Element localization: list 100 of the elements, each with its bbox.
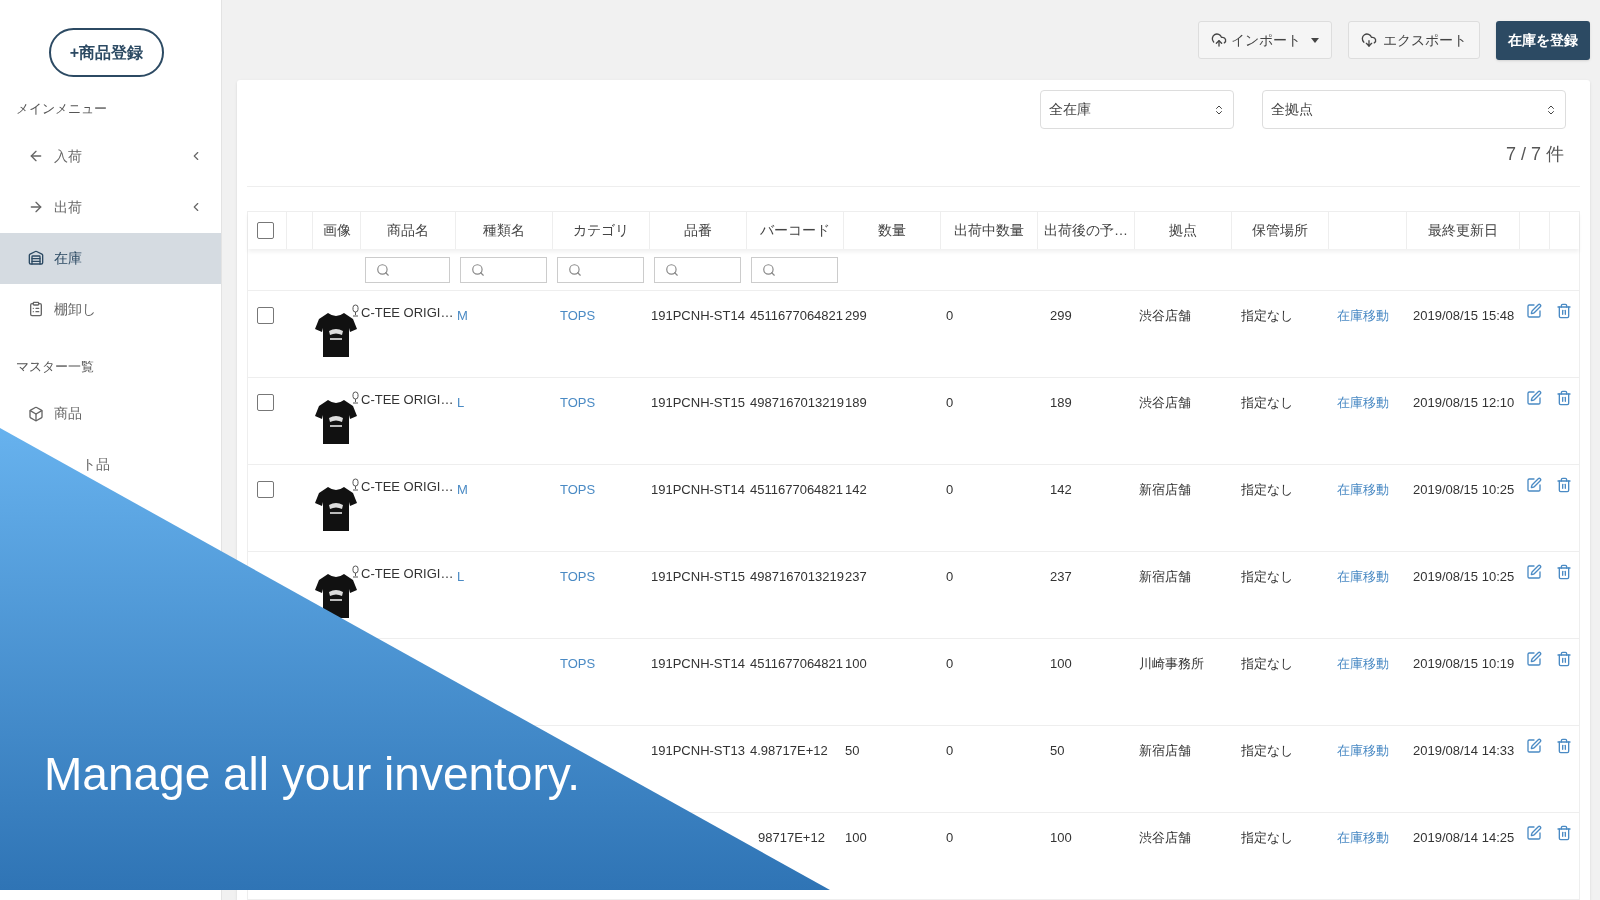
shipping-quantity: 0	[946, 308, 954, 323]
site-name: 新宿店舗	[1139, 482, 1191, 497]
search-field[interactable]	[654, 256, 741, 283]
updated-date: 2019/08/14 14:33	[1413, 743, 1515, 758]
delete-icon[interactable]	[1556, 477, 1572, 493]
edit-icon[interactable]	[1526, 477, 1542, 493]
projected-quantity: 50	[1050, 743, 1065, 758]
edit-icon[interactable]	[1526, 564, 1542, 580]
arrow-left-icon	[28, 148, 44, 164]
shipping-quantity: 0	[946, 395, 954, 410]
stock-transfer-link[interactable]: 在庫移動	[1337, 569, 1389, 584]
category-link[interactable]: TOPS	[560, 482, 596, 497]
delete-icon[interactable]	[1556, 303, 1572, 319]
storage-location: 指定なし	[1241, 656, 1293, 671]
sidebar-item[interactable]: 在庫	[54, 247, 82, 269]
delete-icon[interactable]	[1556, 390, 1572, 406]
product-code: 191PCNH-ST14	[651, 308, 745, 323]
barcode: 98717E+12	[758, 830, 825, 845]
projected-quantity: 100	[1050, 656, 1072, 671]
search-field[interactable]	[365, 256, 450, 283]
storage-location: 指定なし	[1241, 830, 1293, 845]
menu-heading: メインメニュー	[15, 100, 108, 118]
projected-quantity: 299	[1050, 308, 1072, 323]
add-product-button[interactable]: +商品登録	[49, 28, 164, 77]
updated-date: 2019/08/14 14:25	[1413, 830, 1515, 845]
delete-icon[interactable]	[1556, 564, 1572, 580]
sidebar-item[interactable]: 入荷	[54, 145, 82, 167]
shipping-quantity: 0	[946, 743, 954, 758]
search-field[interactable]	[751, 256, 838, 283]
product-name: C-TEE ORIGI…	[361, 304, 454, 322]
site-name: 新宿店舗	[1139, 743, 1191, 758]
product-name: C-TEE ORIGI…	[361, 565, 454, 583]
column-header: 出荷中数量	[954, 221, 1024, 240]
category-link[interactable]: TOPS	[560, 656, 596, 671]
search-icon	[376, 262, 390, 277]
quantity: 50	[845, 743, 860, 758]
stock-transfer-link[interactable]: 在庫移動	[1337, 308, 1389, 323]
export-button[interactable]: エクスポート	[1348, 21, 1480, 59]
sidebar-item[interactable]: 棚卸し	[54, 298, 96, 320]
stock-transfer-link[interactable]: 在庫移動	[1337, 656, 1389, 671]
search-icon	[665, 262, 679, 277]
barcode: 4511677064821	[750, 482, 844, 497]
shipping-quantity: 0	[946, 569, 954, 584]
updated-date: 2019/08/15 10:25	[1413, 482, 1515, 497]
barcode: 4987167013219	[750, 395, 844, 410]
variant-link[interactable]: L	[457, 569, 465, 584]
delete-icon[interactable]	[1556, 651, 1572, 667]
quantity: 142	[845, 482, 867, 497]
storage-location: 指定なし	[1241, 395, 1293, 410]
column-header: 拠点	[1169, 221, 1197, 240]
checkbox[interactable]	[257, 481, 274, 498]
checkbox[interactable]	[257, 307, 274, 324]
category-link[interactable]: TOPS	[560, 395, 596, 410]
sidebar-item[interactable]: 商品	[54, 403, 82, 424]
product-code: 191PCNH-ST14	[651, 656, 745, 671]
stock-transfer-link[interactable]: 在庫移動	[1337, 743, 1389, 758]
edit-icon[interactable]	[1526, 651, 1542, 667]
quantity: 237	[845, 569, 867, 584]
edit-icon[interactable]	[1526, 738, 1542, 754]
import-button[interactable]: インポート	[1198, 21, 1332, 59]
site-select[interactable]: 全拠点	[1262, 90, 1566, 129]
delete-icon[interactable]	[1556, 825, 1572, 841]
search-icon	[471, 262, 485, 277]
projected-quantity: 189	[1050, 395, 1072, 410]
edit-icon[interactable]	[1526, 303, 1542, 319]
search-field[interactable]	[460, 256, 547, 283]
column-header: 最終更新日	[1428, 221, 1498, 240]
search-icon	[568, 262, 582, 277]
search-field[interactable]	[557, 256, 644, 283]
product-code: 191PCNH-ST13	[651, 743, 745, 758]
column-header: 画像	[322, 221, 351, 240]
shipping-quantity: 0	[946, 656, 954, 671]
updated-date: 2019/08/15 10:19	[1413, 656, 1515, 671]
projected-quantity: 100	[1050, 830, 1072, 845]
stock-transfer-link[interactable]: 在庫移動	[1337, 395, 1389, 410]
variant-link[interactable]: M	[457, 482, 468, 497]
variant-link[interactable]: L	[457, 395, 465, 410]
column-header: 数量	[878, 221, 906, 240]
variant-link[interactable]: M	[457, 308, 468, 323]
arrow-right-icon	[28, 199, 44, 215]
category-link[interactable]: TOPS	[560, 308, 596, 323]
banner-caption: Manage all your inventory.	[44, 747, 581, 802]
edit-icon[interactable]	[1526, 390, 1542, 406]
checkbox[interactable]	[257, 394, 274, 411]
register-stock-button[interactable]: 在庫を登録	[1496, 20, 1590, 60]
site-name: 川崎事務所	[1139, 656, 1204, 671]
checkbox[interactable]	[257, 222, 274, 239]
stock-transfer-link[interactable]: 在庫移動	[1337, 830, 1389, 845]
caret-icon	[1311, 37, 1319, 43]
result-count: 7 / 7 件	[1505, 143, 1564, 166]
stock-transfer-link[interactable]: 在庫移動	[1337, 482, 1389, 497]
updated-date: 2019/08/15 10:25	[1413, 569, 1515, 584]
quantity: 299	[845, 308, 867, 323]
sidebar-item[interactable]: 出荷	[54, 196, 82, 218]
category-link[interactable]: TOPS	[560, 569, 596, 584]
projected-quantity: 142	[1050, 482, 1072, 497]
sidebar-item[interactable]: ト品	[82, 454, 110, 475]
edit-icon[interactable]	[1526, 825, 1542, 841]
delete-icon[interactable]	[1556, 738, 1572, 754]
stock-select[interactable]: 全在庫	[1040, 90, 1234, 129]
